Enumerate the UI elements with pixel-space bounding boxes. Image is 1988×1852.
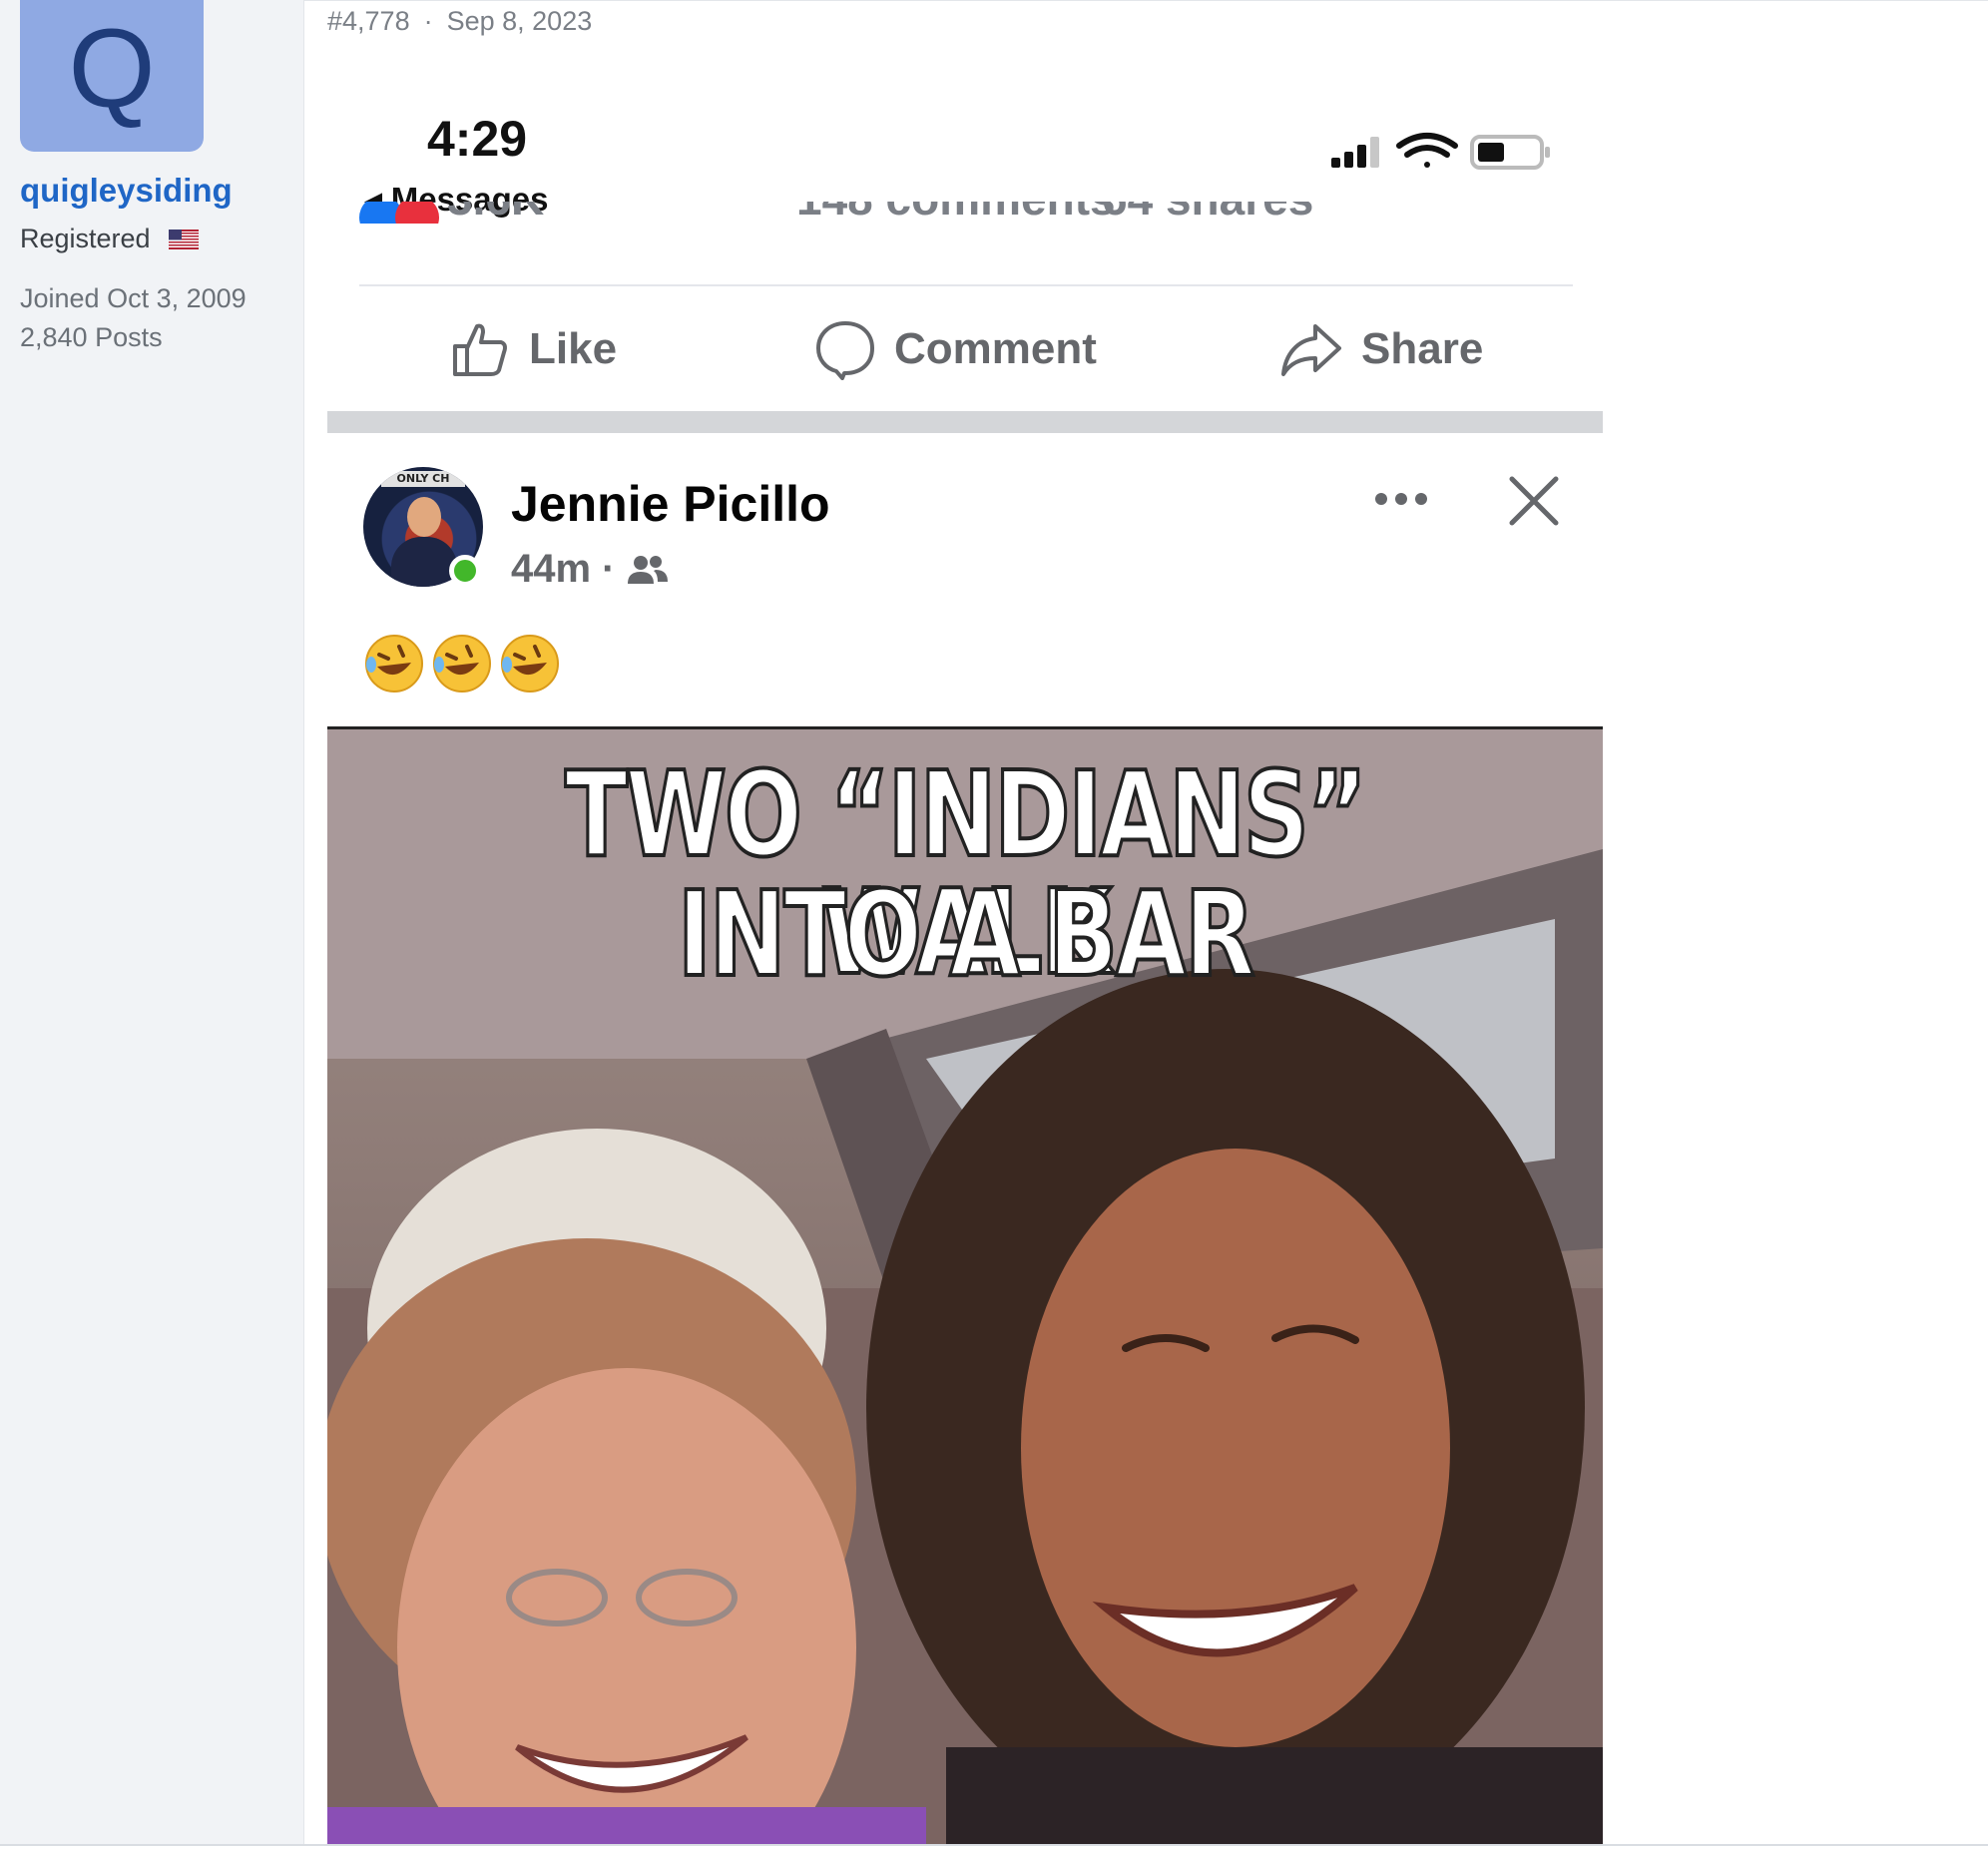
comment-button[interactable]: Comment: [814, 299, 1097, 399]
laughing-emoji-icon: [431, 633, 493, 694]
user-title-label: Registered: [20, 224, 151, 253]
poster-name-link[interactable]: Jennie Picillo: [511, 475, 830, 533]
post-text-emoji: [363, 633, 567, 694]
post-date-link[interactable]: Sep 8, 2023: [447, 6, 593, 36]
like-button[interactable]: Like: [449, 299, 617, 399]
battery-icon: [1470, 135, 1550, 170]
love-reaction-icon: [395, 202, 439, 224]
post-timestamp[interactable]: 44m ·: [511, 547, 616, 592]
post-number-link[interactable]: #4,778: [327, 6, 410, 36]
laughing-emoji-icon: [363, 633, 425, 694]
username-link[interactable]: quigleysiding: [20, 172, 233, 210]
reaction-count: 3.6K: [447, 202, 544, 224]
share-button[interactable]: Share: [1279, 299, 1483, 399]
comments-count: 148 comments: [796, 202, 1116, 224]
header-separator: ·: [423, 6, 433, 36]
post-count: 2,840 Posts: [20, 322, 163, 352]
friends-audience-icon: [627, 555, 668, 584]
meme-image[interactable]: TWO “INDIANS” WALK INTO A BAR: [327, 726, 1603, 1844]
cellular-signal-icon: [1331, 137, 1379, 168]
avatar-letter: Q: [68, 6, 156, 131]
comment-bubble-icon: [816, 321, 874, 380]
wifi-icon: [1396, 133, 1458, 168]
like-label: Like: [529, 324, 618, 373]
post-action-bar: Like Comment Share: [327, 299, 1603, 399]
bottom-divider: [0, 1844, 1988, 1846]
share-label: Share: [1361, 324, 1484, 373]
embedded-screenshot: 4:29 ◂ Messages 3.6K 148 comments 64 sha…: [327, 70, 1603, 1844]
user-title: Registered: [20, 224, 199, 254]
avatar-face: [407, 497, 441, 537]
us-flag-icon: [168, 229, 199, 249]
online-status-dot: [449, 555, 481, 587]
status-icons: [1331, 133, 1550, 170]
shares-count: 64 shares: [1102, 202, 1313, 224]
user-avatar[interactable]: Q: [20, 0, 204, 152]
post-header: #4,778 · Sep 8, 2023: [327, 6, 592, 37]
reactions-summary-cut: 3.6K 148 comments 64 shares: [357, 202, 1575, 224]
comment-label: Comment: [894, 324, 1097, 373]
joined-date: Joined Oct 3, 2009: [20, 283, 247, 313]
reactions-divider: [359, 284, 1573, 286]
laughing-emoji-icon: [499, 633, 561, 694]
share-arrow-icon: [1281, 324, 1341, 376]
meme-caption-line2: INTO A BAR: [676, 865, 1256, 1003]
user-info-column: Q quigleysiding Registered Joined Oct 3,…: [0, 0, 304, 1844]
poster-meta: 44m ·: [511, 547, 670, 592]
avatar-suit: [391, 537, 457, 587]
close-icon[interactable]: [1507, 474, 1561, 528]
thumbs-up-icon: [453, 323, 507, 376]
avatar-banner-text: ONLY CH: [381, 471, 465, 487]
status-time: 4:29: [427, 111, 528, 167]
feed-separator: [327, 411, 1603, 433]
more-options-icon[interactable]: [1373, 491, 1429, 507]
